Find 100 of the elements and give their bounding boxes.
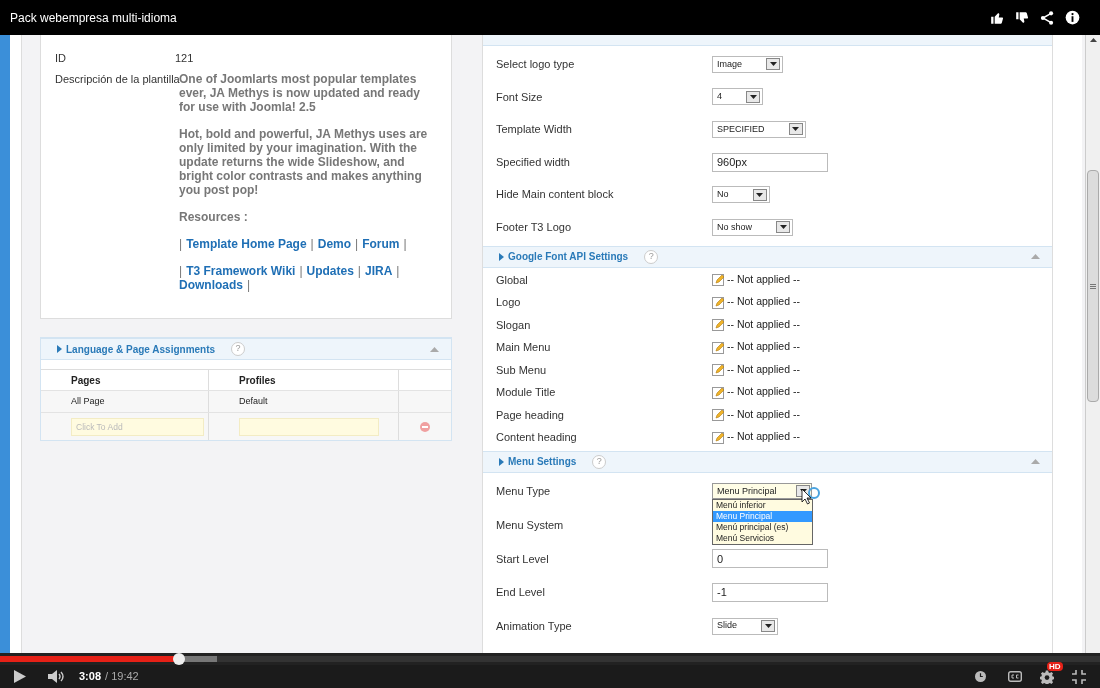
scroll-up-icon[interactable] xyxy=(1089,38,1097,42)
edit-icon[interactable] xyxy=(712,408,725,422)
thumbs-up-icon[interactable] xyxy=(990,10,1004,25)
dropdown-option[interactable]: Menú principal (es) xyxy=(713,522,812,534)
field-label: Animation Type xyxy=(496,618,573,634)
triangle-icon xyxy=(499,457,504,466)
column-header: Profiles xyxy=(209,370,399,390)
dropdown-toggle[interactable] xyxy=(752,188,767,201)
field-label: Content heading xyxy=(496,430,578,446)
table-cell: Default xyxy=(209,391,399,412)
resource-link[interactable]: Demo xyxy=(317,237,352,251)
field-label: Hide Main content block xyxy=(496,187,615,203)
select-field[interactable]: Image xyxy=(712,55,783,73)
field-label: Menu Type xyxy=(496,484,552,500)
scrollbar-thumb[interactable] xyxy=(1087,170,1099,402)
table-cell: All Page xyxy=(41,391,209,412)
edit-icon[interactable] xyxy=(712,340,725,354)
text-field[interactable]: -1 xyxy=(712,582,828,602)
edit-icon[interactable] xyxy=(712,318,725,332)
edit-icon[interactable] xyxy=(712,363,725,377)
description-text: One of Joomlarts most popular templates ever, JA Methys is now updated and ready for use with Joomla! 2.5 xyxy=(179,72,421,114)
share-icon[interactable] xyxy=(1040,10,1054,25)
triangle-icon xyxy=(499,252,504,261)
dropdown-toggle[interactable] xyxy=(788,123,803,136)
resource-link[interactable]: Updates xyxy=(306,264,354,278)
field-label: Sub Menu xyxy=(496,362,548,378)
font-value: -- Not applied -- xyxy=(727,384,800,400)
text-field[interactable]: 960px xyxy=(712,152,828,172)
progress-handle[interactable] xyxy=(173,653,186,665)
section-title: Menu Settings xyxy=(508,455,577,470)
clock-icon[interactable] xyxy=(975,671,986,682)
resource-link[interactable]: Template Home Page xyxy=(186,237,307,251)
font-value: -- Not applied -- xyxy=(727,271,800,287)
thumbs-down-icon[interactable] xyxy=(1015,10,1029,25)
description-text: Hot, bold and powerful, JA Methys uses are only limited by your imagination. With the update returns the wide Slideshow, and bright color contrasts and makes anything you post pop! xyxy=(179,127,429,197)
caret-icon xyxy=(792,127,799,132)
current-time: 3:08 xyxy=(79,669,102,685)
exit-fullscreen-icon[interactable] xyxy=(1072,669,1086,684)
field-label: Template Width xyxy=(496,122,573,138)
edit-icon[interactable] xyxy=(712,385,725,399)
settings-icon[interactable] xyxy=(1040,669,1054,684)
edit-icon[interactable] xyxy=(712,295,725,309)
grip-icon xyxy=(1090,283,1096,289)
resource-link[interactable]: JIRA xyxy=(365,264,393,278)
select-field[interactable]: SPECIFIED xyxy=(712,121,806,138)
separator-text: | xyxy=(247,278,251,292)
progress-track[interactable] xyxy=(0,653,1100,665)
caret-icon xyxy=(756,192,763,197)
video-title[interactable]: Pack webempresa multi-idioma xyxy=(10,8,979,27)
field-label: Descripción de la plantilla xyxy=(55,72,179,87)
field-label: Main Menu xyxy=(496,340,552,356)
profile-input-field[interactable] xyxy=(239,417,379,436)
resource-link[interactable]: T3 Framework Wiki xyxy=(186,264,296,278)
field-label: Font Size xyxy=(496,89,544,105)
separator-text: | xyxy=(179,237,183,251)
dropdown-option[interactable]: Menú Servicios xyxy=(713,533,812,545)
dropdown-option[interactable]: Menú inferior xyxy=(713,500,812,512)
separator-text: | xyxy=(396,264,400,278)
hd-badge: HD xyxy=(1047,661,1063,671)
field-label: Footer T3 Logo xyxy=(496,220,572,235)
field-label: Specified width xyxy=(496,154,571,170)
select-field[interactable]: No show xyxy=(712,218,793,236)
page-input-field[interactable]: Click To Add xyxy=(71,417,204,436)
section-title: Language & Page Assignments xyxy=(66,342,216,357)
field-value: 121 xyxy=(175,51,194,66)
section-title: Google Font API Settings xyxy=(508,250,629,265)
separator-text: | xyxy=(357,264,361,278)
info-icon[interactable] xyxy=(1065,10,1080,25)
dropdown-toggle[interactable] xyxy=(766,58,780,71)
select-field[interactable]: No xyxy=(712,186,770,204)
play-icon[interactable] xyxy=(14,670,26,683)
select-field[interactable]: Slide xyxy=(712,617,778,635)
resource-link[interactable]: Forum xyxy=(362,237,400,251)
dropdown-toggle[interactable] xyxy=(746,90,760,103)
column-header: Pages xyxy=(41,370,209,390)
font-value: -- Not applied -- xyxy=(727,406,800,422)
separator-text: | xyxy=(299,264,303,278)
select-field[interactable]: 4 xyxy=(712,88,763,106)
font-value: -- Not applied -- xyxy=(727,339,800,355)
font-value: -- Not applied -- xyxy=(727,361,800,377)
edit-icon[interactable] xyxy=(712,273,725,287)
separator-text: | xyxy=(403,237,407,251)
field-label: Global xyxy=(496,272,529,288)
dropdown-toggle[interactable] xyxy=(776,221,790,234)
resource-link[interactable]: Downloads xyxy=(179,278,243,292)
edit-icon[interactable] xyxy=(712,430,725,444)
triangle-icon xyxy=(57,345,62,353)
field-label: End Level xyxy=(496,585,546,601)
font-value: -- Not applied -- xyxy=(727,316,800,332)
volume-icon[interactable] xyxy=(48,670,65,683)
field-label: Slogan xyxy=(496,317,532,333)
dropdown-toggle[interactable] xyxy=(761,620,775,633)
text-field[interactable]: 0 xyxy=(712,549,828,569)
field-label: Menu System xyxy=(496,517,565,533)
field-label: Logo xyxy=(496,295,522,311)
field-label: Page heading xyxy=(496,407,565,423)
field-label: Select logo type xyxy=(496,57,576,73)
captions-icon[interactable] xyxy=(1008,671,1022,682)
caret-icon xyxy=(779,225,787,230)
separator-text: | xyxy=(355,237,359,251)
